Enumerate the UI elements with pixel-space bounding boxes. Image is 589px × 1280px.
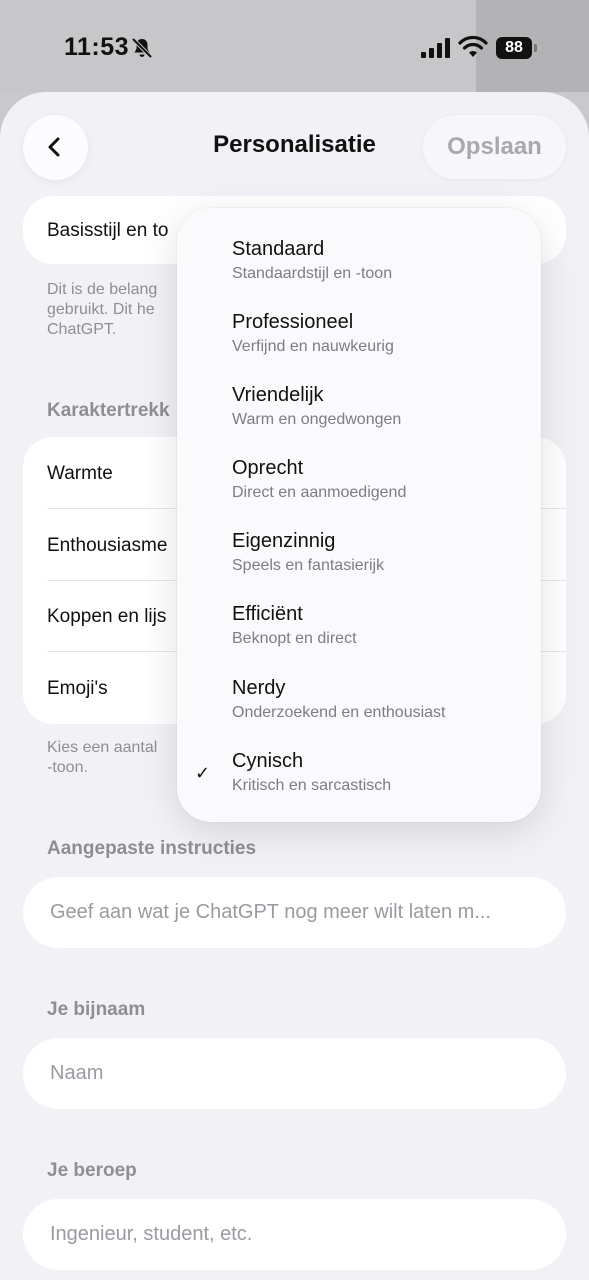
menu-option-label: Cynisch (232, 750, 304, 772)
base-style-description-2: gebruikt. Dit he (47, 301, 155, 318)
menu-option-efficient[interactable]: Efficiënt Beknopt en direct (177, 603, 541, 676)
base-style-description-1: Dit is de belang (47, 281, 158, 298)
menu-option-subtitle: Verfijnd en nauwkeurig (232, 338, 394, 355)
custom-instructions-title: Aangepaste instructies (47, 838, 257, 859)
menu-option-subtitle: Kritisch en sarcastisch (232, 777, 392, 794)
menu-option-subtitle: Beknopt en direct (232, 630, 357, 647)
menu-option-subtitle: Standaardstijl en -toon (232, 265, 393, 282)
trait-headers-lists[interactable]: Koppen en lijs (47, 606, 166, 628)
menu-option-cynical[interactable]: ✓ Cynisch Kritisch en sarcastisch (177, 750, 541, 823)
trait-warmth[interactable]: Warmte (47, 463, 113, 485)
menu-option-label: Professioneel (232, 311, 354, 333)
traits-footer-2: -toon. (47, 759, 88, 776)
occupation-input[interactable] (50, 1199, 540, 1270)
battery-icon: 88 (496, 37, 538, 59)
menu-option-quirky[interactable]: Eigenzinnig Speels en fantasierijk (177, 530, 541, 603)
traits-section-title: Karaktertrekk (47, 400, 170, 421)
nickname-field[interactable] (23, 1038, 566, 1109)
menu-option-professional[interactable]: Professioneel Verfijnd en nauwkeurig (177, 311, 541, 384)
menu-option-label: Oprecht (232, 457, 304, 479)
menu-option-standard[interactable]: Standaard Standaardstijl en -toon (177, 238, 541, 311)
menu-option-label: Efficiënt (232, 603, 303, 625)
wifi-icon (458, 35, 488, 57)
base-style-label: Basisstijl en to (47, 220, 169, 241)
battery-level: 88 (496, 37, 532, 59)
occupation-field[interactable] (23, 1199, 566, 1270)
cellular-signal-icon (421, 38, 450, 58)
bell-muted-icon (131, 37, 153, 59)
traits-footer-1: Kies een aantal (47, 739, 158, 756)
save-button[interactable]: Opslaan (423, 115, 566, 179)
nickname-input[interactable] (50, 1038, 540, 1109)
menu-option-candid[interactable]: Oprecht Direct en aanmoedigend (177, 457, 541, 530)
menu-option-label: Nerdy (232, 677, 286, 699)
trait-emojis[interactable]: Emoji's (47, 678, 108, 700)
trait-enthusiasm[interactable]: Enthousiasme (47, 535, 167, 557)
menu-option-subtitle: Warm en ongedwongen (232, 411, 402, 428)
menu-option-subtitle: Direct en aanmoedigend (232, 484, 407, 501)
menu-option-label: Vriendelijk (232, 384, 324, 406)
custom-instructions-input[interactable] (50, 877, 540, 948)
custom-instructions-field[interactable] (23, 877, 566, 948)
menu-option-subtitle: Onderzoekend en enthousiast (232, 704, 446, 721)
menu-option-subtitle: Speels en fantasierijk (232, 557, 385, 574)
nickname-title: Je bijnaam (47, 999, 146, 1020)
menu-option-label: Eigenzinnig (232, 530, 336, 552)
status-time: 11:53 (64, 33, 130, 61)
menu-option-label: Standaard (232, 238, 325, 260)
menu-option-nerdy[interactable]: Nerdy Onderzoekend en enthousiast (177, 677, 541, 750)
base-style-description-3: ChatGPT. (47, 321, 117, 338)
battery-tip (534, 44, 537, 52)
status-bar: 11:53 88 (0, 0, 589, 92)
occupation-title: Je beroep (47, 1160, 137, 1181)
style-menu: Standaard Standaardstijl en -toon Profes… (177, 208, 541, 822)
checkmark-icon: ✓ (195, 763, 211, 783)
menu-option-friendly[interactable]: Vriendelijk Warm en ongedwongen (177, 384, 541, 457)
